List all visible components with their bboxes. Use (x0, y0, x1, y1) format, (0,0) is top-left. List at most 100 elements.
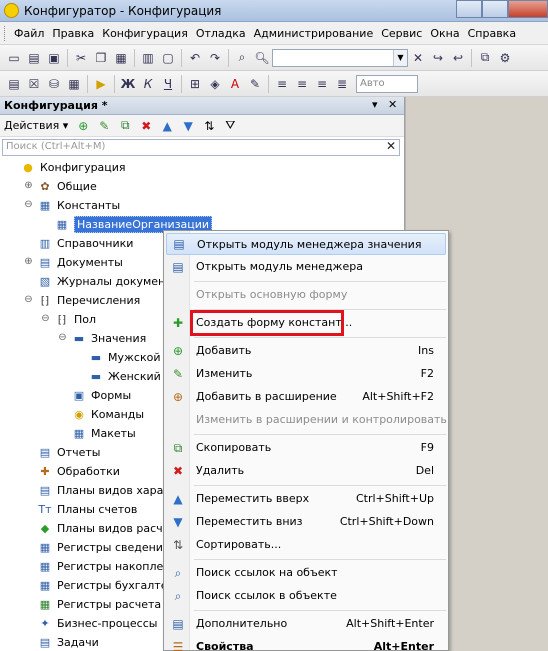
fill-color-icon[interactable]: ◈ (206, 75, 224, 93)
context-menu-item[interactable]: ⊕ Добавить в расширение Alt+Shift+F2 (166, 386, 446, 408)
context-menu-item[interactable]: ⇅ Сортировать... (166, 534, 446, 556)
filter-icon[interactable]: ⛛ (221, 117, 239, 135)
font-combo[interactable]: Авто (356, 74, 418, 93)
context-menu-item[interactable]: ✖ Удалить Del (166, 460, 446, 482)
expand-icon[interactable]: ⊕ (23, 257, 34, 268)
clear-search-icon[interactable]: ✕ (409, 49, 427, 67)
tree-node[interactable]: ▧ Журналы документов (23, 272, 185, 291)
tree-node[interactable]: ▤ Задачи (23, 633, 99, 651)
close-panel-icon[interactable]: ✕ (388, 98, 397, 111)
menu-windows[interactable]: Окна (426, 27, 463, 40)
run-debug-icon[interactable]: ▶ (92, 75, 110, 93)
chevron-down-icon[interactable]: ▼ (393, 49, 407, 66)
print-icon[interactable]: ▥ (139, 49, 157, 67)
tree-node[interactable]: ✚ Обработки (23, 462, 120, 481)
tree-node[interactable]: Tт Планы счетов (23, 500, 137, 519)
tree-node[interactable]: ⊕ ✿ Общие (23, 177, 96, 196)
redo-icon[interactable]: ↷ (206, 49, 224, 67)
collapse-icon[interactable]: ⊖ (23, 295, 34, 306)
collapse-icon[interactable]: ⊖ (23, 200, 34, 211)
find-replace-icon[interactable]: ⌕ (233, 49, 251, 67)
highlight-icon[interactable]: ✎ (246, 75, 264, 93)
sort-icon[interactable]: ⇅ (200, 117, 218, 135)
delete-icon[interactable]: ✖ (137, 117, 155, 135)
menu-help[interactable]: Справка (464, 27, 520, 40)
context-menu-item[interactable]: ⌕ Поиск ссылок на объект (166, 562, 446, 584)
context-menu-item[interactable]: ⌕ Поиск ссылок в объекте (166, 585, 446, 607)
tree-node[interactable]: ▦ Регистры накопления (23, 557, 184, 576)
undo-icon[interactable]: ↶ (186, 49, 204, 67)
context-menu-item[interactable]: ✎ Изменить F2 (166, 363, 446, 385)
tree-node[interactable]: ⊖ ▦ Константы (23, 196, 120, 215)
tree-node[interactable]: ⊖ ⁅⁆ Перечисления (23, 291, 140, 310)
copy-icon[interactable]: ❐ (92, 49, 110, 67)
copy-icon[interactable]: ⧉ (116, 117, 134, 135)
collapse-icon[interactable]: ⊖ (57, 333, 68, 344)
module-icon[interactable]: ▤ (5, 75, 23, 93)
edit-icon[interactable]: ✎ (95, 117, 113, 135)
collapse-icon[interactable]: ⊖ (40, 314, 51, 325)
clear-icon[interactable]: ✕ (386, 139, 396, 153)
tree-node[interactable]: ▣ Формы (57, 386, 131, 405)
search-icon[interactable]: 🔍︎ (253, 49, 271, 67)
borders-icon[interactable]: ⊞ (186, 75, 204, 93)
align-right-icon[interactable]: ≡ (313, 75, 331, 93)
menu-debug[interactable]: Отладка (192, 27, 250, 40)
italic-icon[interactable]: К (139, 75, 157, 93)
paste-icon[interactable]: ▦ (112, 49, 130, 67)
context-menu-item[interactable]: ▤ Открыть модуль менеджера (166, 256, 446, 278)
tree-node[interactable]: ◆ Планы видов расчета (23, 519, 183, 538)
menu-administration[interactable]: Администрирование (250, 27, 378, 40)
tree-node[interactable]: ◉ Команды (57, 405, 144, 424)
search-combo[interactable]: ▼ (272, 48, 408, 67)
context-menu-item[interactable]: ☰ Свойства Alt+Enter (166, 636, 446, 651)
align-center-icon[interactable]: ≡ (293, 75, 311, 93)
actions-menu[interactable]: Действия ▾ (4, 119, 68, 132)
search-input[interactable]: Поиск (Ctrl+Alt+M) ✕ (2, 139, 400, 156)
windows-icon[interactable]: ⧉ (476, 49, 494, 67)
minimize-button[interactable] (456, 0, 482, 18)
move-up-icon[interactable]: ▲ (158, 117, 176, 135)
tree-node[interactable]: ⊕ ▤ Документы (23, 253, 123, 272)
calculator-icon[interactable]: ▦ (65, 75, 83, 93)
tree-node[interactable]: ● Конфигурация (6, 158, 125, 177)
context-menu-item[interactable]: ⧉ Скопировать F9 (166, 437, 446, 459)
maximize-button[interactable] (482, 0, 508, 18)
font-color-icon[interactable]: A (226, 75, 244, 93)
tree-node[interactable]: ▬ Мужской (74, 348, 161, 367)
tree-node[interactable]: ⊖ ⁅⁆ Пол (40, 310, 96, 329)
tree-node[interactable]: ✦ Бизнес-процессы (23, 614, 157, 633)
context-menu-item[interactable]: ▤ Открыть модуль менеджера значения (166, 233, 446, 255)
syntax-check-icon[interactable]: ☒ (25, 75, 43, 93)
menu-edit[interactable]: Правка (48, 27, 98, 40)
close-button[interactable] (508, 0, 548, 18)
menu-configuration[interactable]: Конфигурация (98, 27, 192, 40)
preview-icon[interactable]: ▢ (159, 49, 177, 67)
move-down-icon[interactable]: ▼ (179, 117, 197, 135)
open-icon[interactable]: ▤ (25, 49, 43, 67)
settings-icon[interactable]: ⚙ (496, 49, 514, 67)
menu-file[interactable]: Файл (10, 27, 48, 40)
tree-node[interactable]: ▦ Макеты (57, 424, 136, 443)
expand-icon[interactable]: ⊕ (23, 181, 34, 192)
save-icon[interactable]: ▣ (45, 49, 63, 67)
new-document-icon[interactable]: ▭ (5, 49, 23, 67)
menu-service[interactable]: Сервис (377, 27, 426, 40)
cut-icon[interactable]: ✂ (72, 49, 90, 67)
tree-node[interactable]: ⊖ ▬ Значения (57, 329, 146, 348)
tree-node[interactable]: ▤ Отчеты (23, 443, 101, 462)
add-icon[interactable]: ⊕ (74, 117, 92, 135)
tree-node[interactable]: ▦ Регистры расчета (23, 595, 161, 614)
align-left-icon[interactable]: ≡ (273, 75, 291, 93)
context-menu-item[interactable]: ⊕ Добавить Ins (166, 340, 446, 362)
tree-node[interactable]: ▬ Женский (74, 367, 161, 386)
find-prev-icon[interactable]: ↩ (449, 49, 467, 67)
database-icon[interactable]: ⛁ (45, 75, 63, 93)
panel-menu-icon[interactable]: ▾ (372, 98, 378, 111)
bold-icon[interactable]: Ж (119, 75, 137, 93)
justify-icon[interactable]: ≣ (333, 75, 351, 93)
tree-node[interactable]: ▥ Справочники (23, 234, 134, 253)
context-menu-item[interactable]: ▤ Дополнительно Alt+Shift+Enter (166, 613, 446, 635)
context-menu-item[interactable]: ▲ Переместить вверх Ctrl+Shift+Up (166, 488, 446, 510)
context-menu-item[interactable]: ▼ Переместить вниз Ctrl+Shift+Down (166, 511, 446, 533)
